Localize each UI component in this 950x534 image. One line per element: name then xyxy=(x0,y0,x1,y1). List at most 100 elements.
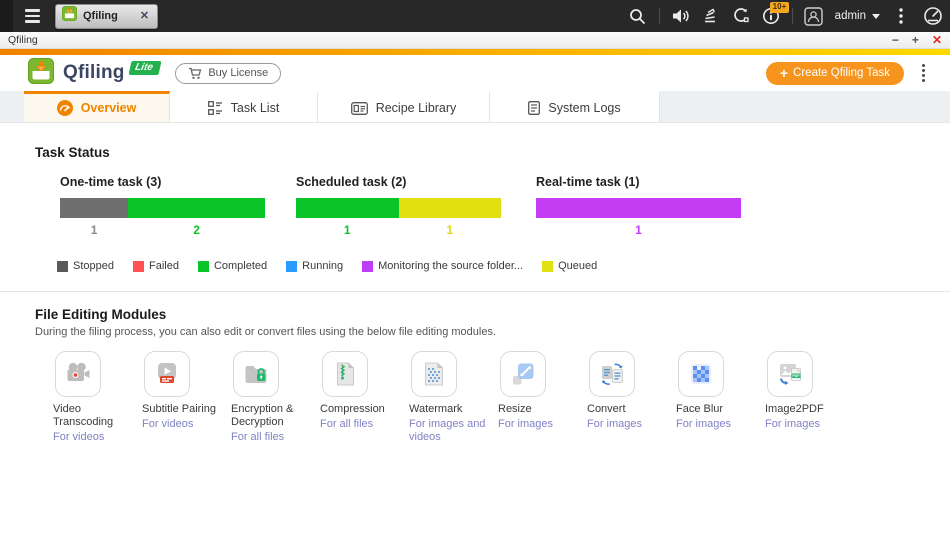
topbar-separator xyxy=(792,8,793,24)
overview-gauge-icon xyxy=(57,100,73,116)
tab-system-logs[interactable]: System Logs xyxy=(490,91,660,122)
status-legend: Stopped Failed Completed Running Monitor… xyxy=(57,260,950,272)
app-header: Qfiling Lite Buy License + Create Qfilin… xyxy=(0,55,950,91)
notification-count-badge: 10+ xyxy=(770,2,790,13)
legend-item-monitoring: Monitoring the source folder... xyxy=(362,260,523,272)
module-resize[interactable]: Resize For images xyxy=(498,351,587,444)
chart-real-time-task: Real-time task (1) 1 xyxy=(536,175,741,237)
scheduled-task-values: 11 xyxy=(296,223,501,237)
tab-overview-label: Overview xyxy=(81,101,137,115)
bar-segment-queued xyxy=(399,198,502,218)
module-face-blur[interactable]: Face Blur For images xyxy=(676,351,765,444)
bar-segment-completed xyxy=(128,198,265,218)
maximize-button[interactable]: + xyxy=(912,34,919,46)
legend-item-queued: Queued xyxy=(542,260,597,272)
legend-swatch xyxy=(362,261,373,272)
scheduled-task-bar xyxy=(296,198,501,218)
legend-item-running: Running xyxy=(286,260,343,272)
file-editing-modules-heading: File Editing Modules xyxy=(35,307,950,322)
chart-title: Scheduled task (2) xyxy=(296,175,501,189)
create-qfiling-task-button[interactable]: + Create Qfiling Task xyxy=(766,62,904,85)
bar-value-stopped: 1 xyxy=(60,223,128,237)
header-more-options-icon[interactable] xyxy=(910,64,936,82)
buy-license-button[interactable]: Buy License xyxy=(175,63,281,84)
chart-scheduled-task: Scheduled task (2) 11 xyxy=(296,175,501,237)
resource-monitor-icon[interactable] xyxy=(726,0,756,32)
watermark-icon xyxy=(411,351,457,397)
module-video-transcoding[interactable]: Video Transcoding For videos xyxy=(53,351,142,444)
tab-recipe-library[interactable]: Recipe Library xyxy=(318,91,490,122)
qfiling-mini-logo-icon xyxy=(62,6,77,26)
chevron-down-icon xyxy=(872,14,880,19)
system-logs-icon xyxy=(528,101,540,115)
legend-item-failed: Failed xyxy=(133,260,179,272)
bar-segment-monitoring-the-source-folder xyxy=(536,198,741,218)
more-options-icon[interactable] xyxy=(886,0,916,32)
bar-segment-completed xyxy=(296,198,399,218)
resize-icon xyxy=(500,351,546,397)
module-encryption-decryption[interactable]: Encryption & Decryption For all files xyxy=(231,351,320,444)
volume-icon[interactable] xyxy=(666,0,696,32)
module-convert[interactable]: Convert For images xyxy=(587,351,676,444)
search-icon[interactable] xyxy=(623,0,653,32)
buy-license-label: Buy License xyxy=(208,67,268,79)
background-tasks-icon[interactable] xyxy=(696,0,726,32)
one-time-task-values: 12 xyxy=(60,223,265,237)
file-editing-modules-description: During the filing process, you can also … xyxy=(35,326,950,338)
user-avatar[interactable] xyxy=(799,0,829,32)
corner-tile xyxy=(0,0,13,32)
real-time-task-bar xyxy=(536,198,741,218)
svg-text:PDF: PDF xyxy=(792,374,800,378)
app-tab-close-icon[interactable]: ✕ xyxy=(140,11,149,22)
compression-icon xyxy=(322,351,368,397)
dashboard-gauge-icon[interactable] xyxy=(916,0,950,32)
bar-value-completed: 1 xyxy=(296,223,399,237)
bar-value-monitoring-the-source-folder: 1 xyxy=(536,223,741,237)
create-task-label: Create Qfiling Task xyxy=(793,67,890,79)
tab-recipe-library-label: Recipe Library xyxy=(376,101,457,115)
video-transcoding-icon xyxy=(55,351,101,397)
app-tabbar: Overview Task List Recipe Library System… xyxy=(0,91,950,123)
topbar-separator xyxy=(659,8,660,24)
module-image2pdf[interactable]: PDF Image2PDF For images xyxy=(765,351,854,444)
tab-task-list[interactable]: Task List xyxy=(170,91,318,122)
chart-title: One-time task (3) xyxy=(60,175,265,189)
window-titlebar: Qfiling − + ✕ xyxy=(0,32,950,49)
app-tab-label: Qfiling xyxy=(83,10,134,22)
recipe-library-icon xyxy=(351,102,368,115)
section-divider xyxy=(0,291,950,292)
admin-menu[interactable]: admin xyxy=(829,10,886,22)
plus-icon: + xyxy=(780,66,788,80)
page-title: Qfiling xyxy=(63,62,125,84)
image2pdf-icon: PDF xyxy=(767,351,813,397)
qfiling-logo-icon xyxy=(28,58,54,89)
encryption-decryption-icon xyxy=(233,351,279,397)
subtitle-pairing-icon xyxy=(144,351,190,397)
task-status-charts: One-time task (3) 12 Scheduled task (2) … xyxy=(0,175,950,237)
minimize-button[interactable]: − xyxy=(892,34,899,46)
notifications-icon[interactable]: 10+ xyxy=(756,0,786,32)
bar-value-completed: 2 xyxy=(128,223,265,237)
tab-task-list-label: Task List xyxy=(231,101,280,115)
legend-swatch xyxy=(286,261,297,272)
window-title: Qfiling xyxy=(8,34,38,46)
lite-edition-badge: Lite xyxy=(128,61,161,75)
qfiling-window: Qfiling ✕ 10+ xyxy=(0,0,950,534)
module-watermark[interactable]: Watermark For images and videos xyxy=(409,351,498,444)
task-list-icon xyxy=(208,101,223,115)
tab-overview[interactable]: Overview xyxy=(24,91,170,122)
module-compression[interactable]: Compression For all files xyxy=(320,351,409,444)
open-app-tab-qfiling[interactable]: Qfiling ✕ xyxy=(55,4,158,29)
legend-swatch xyxy=(542,261,553,272)
real-time-task-values: 1 xyxy=(536,223,741,237)
legend-swatch xyxy=(57,261,68,272)
desktop-topbar: Qfiling ✕ 10+ xyxy=(0,0,950,32)
legend-swatch xyxy=(133,261,144,272)
module-subtitle-pairing[interactable]: Subtitle Pairing For videos xyxy=(142,351,231,444)
chart-title: Real-time task (1) xyxy=(536,175,741,189)
main-menu-button[interactable] xyxy=(17,0,47,32)
close-button[interactable]: ✕ xyxy=(932,34,942,46)
cart-icon xyxy=(188,67,202,80)
admin-label: admin xyxy=(835,10,866,22)
convert-icon xyxy=(589,351,635,397)
